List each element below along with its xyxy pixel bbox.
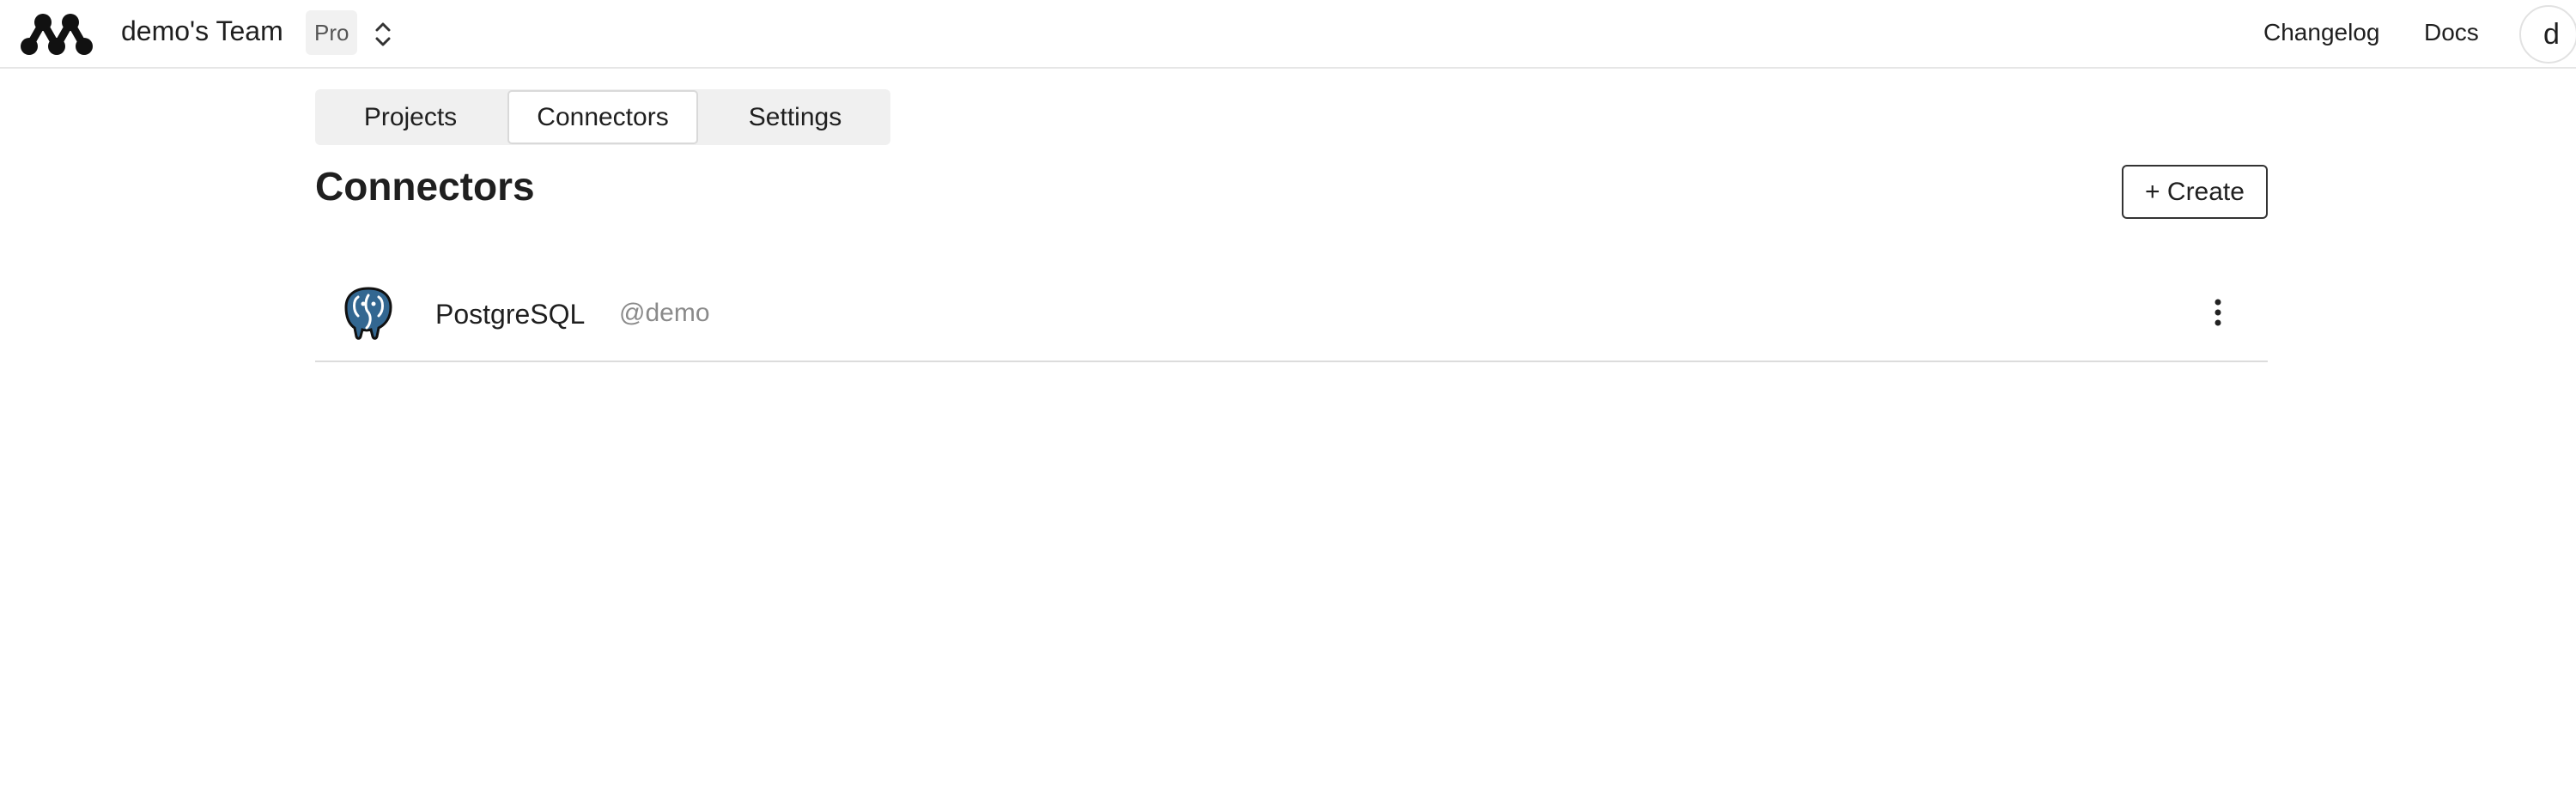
docs-link[interactable]: Docs [2424, 19, 2479, 46]
team-name[interactable]: demo's Team [121, 15, 283, 47]
tab-projects[interactable]: Projects [315, 89, 506, 145]
connector-name: PostgreSQL [435, 299, 586, 330]
section-tabs: Projects Connectors Settings [315, 89, 890, 145]
tab-settings[interactable]: Settings [700, 89, 890, 145]
chevron-up-down-icon[interactable] [371, 19, 395, 50]
connector-owner: @demo [619, 299, 710, 327]
top-navbar: demo's Team Pro Changelog Docs d [0, 0, 2576, 69]
tab-connectors[interactable]: Connectors [507, 90, 698, 144]
connector-row[interactable]: PostgreSQL @demo [315, 275, 2268, 362]
avatar[interactable]: d [2519, 5, 2576, 64]
changelog-link[interactable]: Changelog [2263, 19, 2379, 46]
create-connector-button[interactable]: + Create [2122, 165, 2268, 219]
postgresql-elephant-icon [344, 287, 392, 340]
app-logo-icon[interactable] [19, 12, 94, 57]
plan-badge: Pro [306, 10, 358, 55]
more-options-icon[interactable] [2204, 295, 2232, 330]
page-title: Connectors [315, 164, 535, 209]
